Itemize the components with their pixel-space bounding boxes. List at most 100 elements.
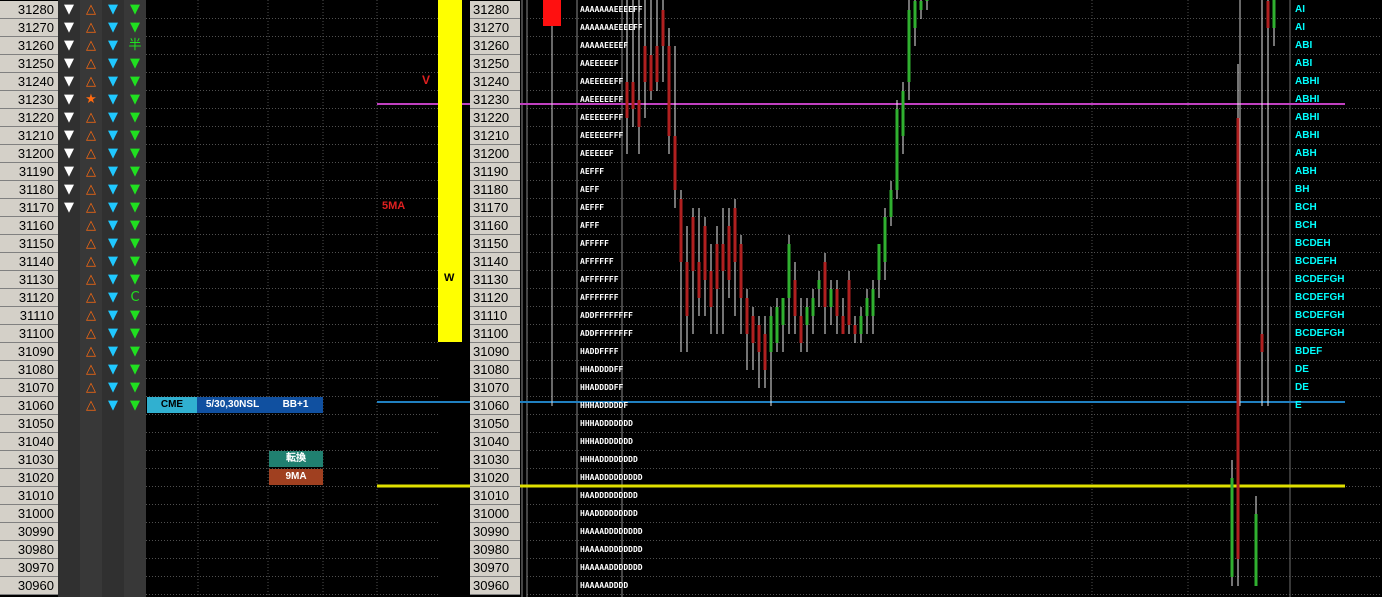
candle-body xyxy=(745,298,749,334)
tpo-row: HHHADDDDDF xyxy=(580,401,629,410)
candle-body xyxy=(817,280,821,289)
price-cell-right: 30960 xyxy=(470,577,520,595)
candle-body xyxy=(871,289,875,316)
candle-body xyxy=(679,199,683,262)
tpo-row: AAAAAEEEEF xyxy=(580,41,629,50)
candle-body xyxy=(1254,514,1258,586)
price-cell-right: 31110 xyxy=(470,307,520,325)
tpo-row: HAADDDDDDDDD xyxy=(580,509,638,518)
price-cell-right: 31160 xyxy=(470,217,520,235)
candle-body xyxy=(697,262,701,298)
period-letters: ABH xyxy=(1295,166,1317,177)
candle-body xyxy=(835,289,839,316)
period-letters: BDEF xyxy=(1295,346,1323,357)
candle-body xyxy=(799,316,803,343)
tpo-row: AFFFFFFF xyxy=(580,293,619,302)
candle-body xyxy=(769,316,773,352)
price-cell-right: 31040 xyxy=(470,433,520,451)
candle-body xyxy=(661,10,665,46)
candle-body xyxy=(907,10,911,82)
candle-body xyxy=(691,217,695,271)
candle-body xyxy=(649,55,653,91)
candle-body xyxy=(853,325,857,334)
period-letters: ABI xyxy=(1295,40,1313,51)
tpo-row: ADDFFFFFFFF xyxy=(580,329,633,338)
candle-body xyxy=(625,82,629,118)
tpo-row: AEFFF xyxy=(580,203,605,212)
tpo-row: AAEEEEEF xyxy=(580,59,619,68)
ma9-tag[interactable]: 9MA xyxy=(269,469,323,485)
tpo-row: HAAAADDDDDDDD xyxy=(580,545,643,554)
cme-tag[interactable]: CME xyxy=(147,397,197,413)
tpo-row: HAADDDDDDDDD xyxy=(580,491,638,500)
price-cell-right: 31060 xyxy=(470,397,520,415)
candle-body xyxy=(709,271,713,307)
price-cell-right: 31190 xyxy=(470,163,520,181)
v-marker: V xyxy=(422,73,431,87)
tpo-row: AFFFFF xyxy=(580,239,609,248)
tpo-row: HHHADDDDDDD xyxy=(580,437,633,446)
candle-body xyxy=(715,244,719,289)
price-cell-right: 31010 xyxy=(470,487,520,505)
period-letters: DE xyxy=(1295,364,1309,375)
tpo-row: HHHADDDDDDD xyxy=(580,419,633,428)
period-letters: DE xyxy=(1295,382,1309,393)
tpo-row: AEEEEEFFF xyxy=(580,113,624,122)
tpo-row: HAAAAADDDDDDD xyxy=(580,563,643,572)
price-cell-right: 31090 xyxy=(470,343,520,361)
bb-tag[interactable]: BB+1 xyxy=(268,397,323,413)
price-cell-right: 31020 xyxy=(470,469,520,487)
price-cell-right: 31280 xyxy=(470,1,520,19)
candle-body xyxy=(1272,0,1276,28)
nsl-tag[interactable]: 5/30,30NSL xyxy=(197,397,268,413)
candle-body xyxy=(859,316,863,334)
candle-body xyxy=(925,0,929,1)
period-letters: BCDEFGH xyxy=(1295,328,1345,339)
candle-body xyxy=(763,334,767,370)
candle-body xyxy=(751,316,755,343)
price-cell-right: 31250 xyxy=(470,55,520,73)
candle-body xyxy=(1266,1,1270,28)
price-cell-right: 31200 xyxy=(470,145,520,163)
candle-body xyxy=(739,244,743,298)
chart-grid xyxy=(146,0,1382,597)
candle-body xyxy=(1230,478,1234,577)
candle-body xyxy=(781,298,785,325)
volume-bar xyxy=(438,0,462,342)
period-letters: BH xyxy=(1295,184,1310,195)
candle-body xyxy=(727,226,731,280)
price-cell-right: 31100 xyxy=(470,325,520,343)
price-cell-right: 31030 xyxy=(470,451,520,469)
candle-body xyxy=(673,136,677,190)
tpo-row: AEEEEEFFF xyxy=(580,131,624,140)
candle-body xyxy=(1260,334,1264,352)
price-cell-right: 31080 xyxy=(470,361,520,379)
candle-body xyxy=(919,1,923,10)
candle-body xyxy=(1236,118,1240,559)
candle-body xyxy=(721,244,725,271)
candle-body xyxy=(793,280,797,316)
period-letters: AI xyxy=(1295,22,1305,33)
period-letters: BCH xyxy=(1295,202,1317,213)
period-letters: AI xyxy=(1295,4,1305,15)
period-letters: E xyxy=(1295,400,1302,411)
candle-body xyxy=(631,82,635,109)
period-letters: ABHI xyxy=(1295,130,1320,141)
price-cell-right: 31260 xyxy=(470,37,520,55)
candle-body xyxy=(643,46,647,82)
price-cell-right: 31150 xyxy=(470,235,520,253)
price-cell-right: 30990 xyxy=(470,523,520,541)
price-cell-right: 31240 xyxy=(470,73,520,91)
tpo-row: HADDFFFF xyxy=(580,347,619,356)
candle-body xyxy=(787,244,791,298)
period-letters: BCDEFGH xyxy=(1295,292,1345,303)
ma5-label: 5MA xyxy=(382,200,406,212)
price-cell-right: 30980 xyxy=(470,541,520,559)
tpo-row: HHADDDDFF xyxy=(580,383,624,392)
tpo-row: AFFFFFFF xyxy=(580,275,619,284)
tpo-row: HAAAADDDDDDDD xyxy=(580,527,643,536)
tpo-row: HHADDDDFF xyxy=(580,365,624,374)
tenkan-tag[interactable]: 転換 xyxy=(269,451,323,467)
tpo-row: AAEEEEEFF xyxy=(580,77,624,86)
candle-body xyxy=(811,298,815,316)
